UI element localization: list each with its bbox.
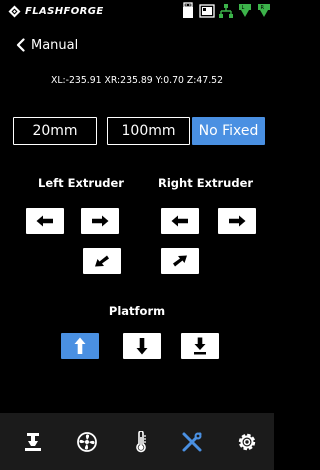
tab-temperature[interactable]	[114, 413, 168, 470]
arrow-right-icon	[92, 215, 109, 227]
no-fixed-button[interactable]: No Fixed	[192, 117, 265, 145]
network-icon	[219, 4, 233, 18]
arrow-left-icon	[36, 215, 53, 227]
page-title: Manual	[31, 37, 79, 53]
back-button[interactable]: Manual	[16, 36, 78, 54]
tab-home[interactable]	[6, 413, 60, 470]
left-extruder-temp-icon: L	[239, 4, 251, 17]
platform-home-button[interactable]	[181, 333, 219, 359]
left-extruder-diagonal-button[interactable]	[83, 248, 121, 274]
left-extruder-label: Left Extruder	[38, 176, 124, 190]
right-extruder-diagonal-button[interactable]	[161, 248, 199, 274]
bottom-tab-bar	[0, 413, 274, 470]
svg-text:R: R	[261, 5, 265, 11]
right-extruder-label: Right Extruder	[158, 176, 254, 190]
step-100mm-button[interactable]: 100mm	[107, 117, 190, 145]
position-readout: XL:-235.91 XR:235.89 Y:0.70 Z:47.52	[50, 75, 224, 86]
right-extruder-move-left-button[interactable]	[161, 208, 199, 234]
settings-icon	[238, 433, 256, 450]
right-extruder-temp-icon: R	[258, 4, 270, 17]
tab-fan[interactable]	[60, 413, 114, 470]
left-extruder-move-right-button[interactable]	[81, 208, 119, 234]
arrow-down-icon	[136, 338, 148, 355]
tab-settings[interactable]	[220, 413, 274, 470]
brand-logo: FLASHFORGE	[8, 4, 104, 18]
brand-name: FLASHFORGE	[25, 5, 104, 17]
fan-icon	[77, 431, 97, 452]
right-extruder-move-right-button[interactable]	[218, 208, 256, 234]
chevron-left-icon	[16, 38, 25, 52]
svg-text:L: L	[242, 5, 245, 11]
platform-up-button[interactable]	[61, 333, 99, 359]
diagonal-up-right-icon	[173, 255, 187, 267]
arrow-left-icon	[171, 215, 188, 227]
arrow-up-icon	[74, 337, 86, 354]
arrow-right-icon	[229, 215, 246, 227]
usb-icon	[183, 2, 193, 18]
left-extruder-move-left-button[interactable]	[26, 208, 64, 234]
home-icon	[25, 432, 41, 451]
step-20mm-button[interactable]: 20mm	[13, 117, 97, 145]
flashforge-logo-icon	[8, 5, 21, 17]
status-bar: FLASHFORGE L R	[0, 0, 274, 22]
tab-tools[interactable]	[165, 413, 219, 470]
camera-icon	[199, 4, 215, 18]
arrow-down-to-line-icon	[194, 337, 206, 355]
diagonal-down-left-icon	[95, 255, 109, 267]
platform-down-button[interactable]	[123, 333, 161, 359]
temperature-icon	[136, 430, 146, 452]
tools-icon	[182, 432, 202, 451]
platform-label: Platform	[108, 304, 166, 318]
